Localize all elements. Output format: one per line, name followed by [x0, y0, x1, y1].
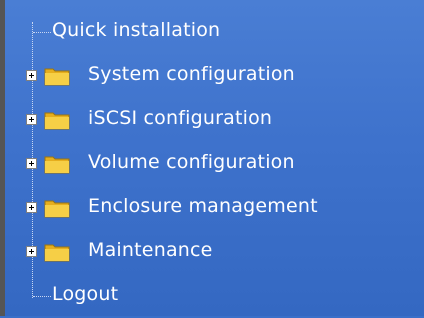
expand-plus-icon[interactable] [26, 114, 37, 125]
menu-item-logout[interactable]: Logout [0, 274, 424, 318]
folder-icon [44, 68, 70, 86]
tree-branch [33, 296, 51, 297]
folder-icon [44, 244, 70, 262]
menu-item-enclosure-management[interactable]: Enclosure management [0, 186, 424, 230]
menu-item-iscsi-configuration[interactable]: iSCSI configuration [0, 98, 424, 142]
folder-icon [44, 200, 70, 218]
menu-item-volume-configuration[interactable]: Volume configuration [0, 142, 424, 186]
menu-item-system-configuration[interactable]: System configuration [0, 54, 424, 98]
navigation-tree-panel: Quick installation System configuration … [0, 0, 424, 316]
menu-item-label: Enclosure management [88, 195, 318, 217]
menu-item-label: Logout [52, 283, 119, 305]
menu-item-label: iSCSI configuration [88, 107, 273, 129]
menu-item-label: Volume configuration [88, 151, 295, 173]
expand-plus-icon[interactable] [26, 246, 37, 257]
folder-icon [44, 156, 70, 174]
menu-item-label: Quick installation [52, 19, 221, 41]
expand-plus-icon[interactable] [26, 202, 37, 213]
menu-item-quick-installation[interactable]: Quick installation [0, 10, 424, 54]
expand-plus-icon[interactable] [26, 70, 37, 81]
tree-branch [33, 32, 51, 33]
expand-plus-icon[interactable] [26, 158, 37, 169]
menu-item-label: Maintenance [88, 239, 213, 261]
folder-icon [44, 112, 70, 130]
menu-item-label: System configuration [88, 63, 295, 85]
menu-item-maintenance[interactable]: Maintenance [0, 230, 424, 274]
